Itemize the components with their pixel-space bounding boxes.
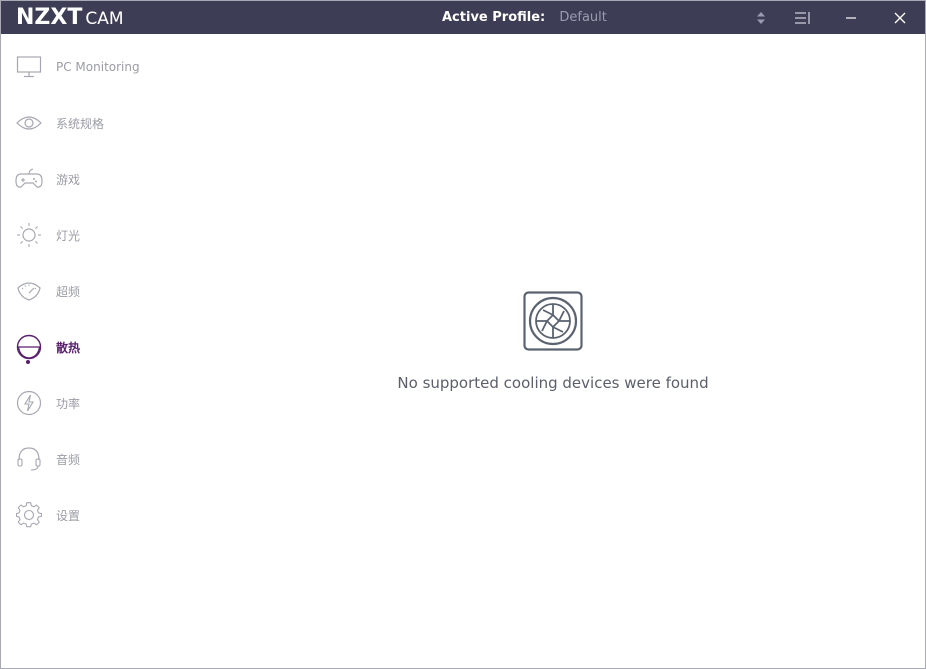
sidebar-item-label: 游戏 <box>56 172 81 187</box>
menu-icon <box>795 11 810 24</box>
gauge-icon <box>15 277 43 305</box>
fan-icon <box>523 291 583 355</box>
minimize-icon <box>846 16 856 19</box>
profile-label: Active Profile: <box>442 10 546 25</box>
gamepad-icon <box>15 165 43 193</box>
sidebar-item-cooling[interactable]: 散热 <box>15 332 80 362</box>
monitor-icon <box>15 53 43 81</box>
menu-button[interactable] <box>787 1 817 34</box>
sidebar-item-system-specs[interactable]: 系统规格 <box>15 108 104 138</box>
sidebar-item-label: 超频 <box>56 284 81 299</box>
headset-icon <box>15 445 43 473</box>
title-bar[interactable]: NZXT CAM Active Profile: Default <box>1 1 925 34</box>
active-indicator <box>26 360 30 364</box>
sidebar-item-label: 设置 <box>56 508 81 523</box>
product-name: CAM <box>85 9 124 29</box>
lightning-icon <box>15 389 43 417</box>
sidebar-item-label: 散热 <box>56 340 81 355</box>
close-button[interactable] <box>885 1 915 34</box>
gear-icon <box>15 501 43 529</box>
brand-name: NZXT <box>16 5 83 30</box>
close-icon <box>894 12 906 23</box>
profile-sort-button[interactable] <box>746 1 776 34</box>
sidebar: PC Monitoring 系统规格 游戏 灯光 超频 散热 功率 音频 设置 <box>1 34 201 668</box>
sidebar-item-overclocking[interactable]: 超频 <box>15 276 80 306</box>
profile-value[interactable]: Default <box>559 10 607 25</box>
app-window: NZXT CAM Active Profile: Default PC Moni… <box>0 0 926 669</box>
sidebar-item-pc-monitoring[interactable]: PC Monitoring <box>15 52 140 82</box>
sidebar-item-label: 系统规格 <box>56 116 105 131</box>
sidebar-item-label: 音频 <box>56 452 81 467</box>
minimize-button[interactable] <box>836 1 866 34</box>
active-profile[interactable]: Active Profile: Default <box>442 10 607 25</box>
sidebar-item-games[interactable]: 游戏 <box>15 164 80 194</box>
cooling-icon <box>15 333 43 361</box>
main-content: No supported cooling devices were found <box>201 34 925 668</box>
sidebar-item-audio[interactable]: 音频 <box>15 444 80 474</box>
sidebar-item-settings[interactable]: 设置 <box>15 500 80 530</box>
sidebar-item-label: 灯光 <box>56 228 81 243</box>
sidebar-item-label: PC Monitoring <box>56 60 140 74</box>
eye-icon <box>15 109 43 137</box>
sidebar-item-lighting[interactable]: 灯光 <box>15 220 80 250</box>
sort-icon <box>757 11 765 24</box>
app-logo: NZXT CAM <box>16 5 124 31</box>
sun-icon <box>15 221 43 249</box>
sidebar-item-label: 功率 <box>56 396 81 411</box>
sidebar-item-power[interactable]: 功率 <box>15 388 80 418</box>
empty-state-message: No supported cooling devices were found <box>397 374 709 392</box>
